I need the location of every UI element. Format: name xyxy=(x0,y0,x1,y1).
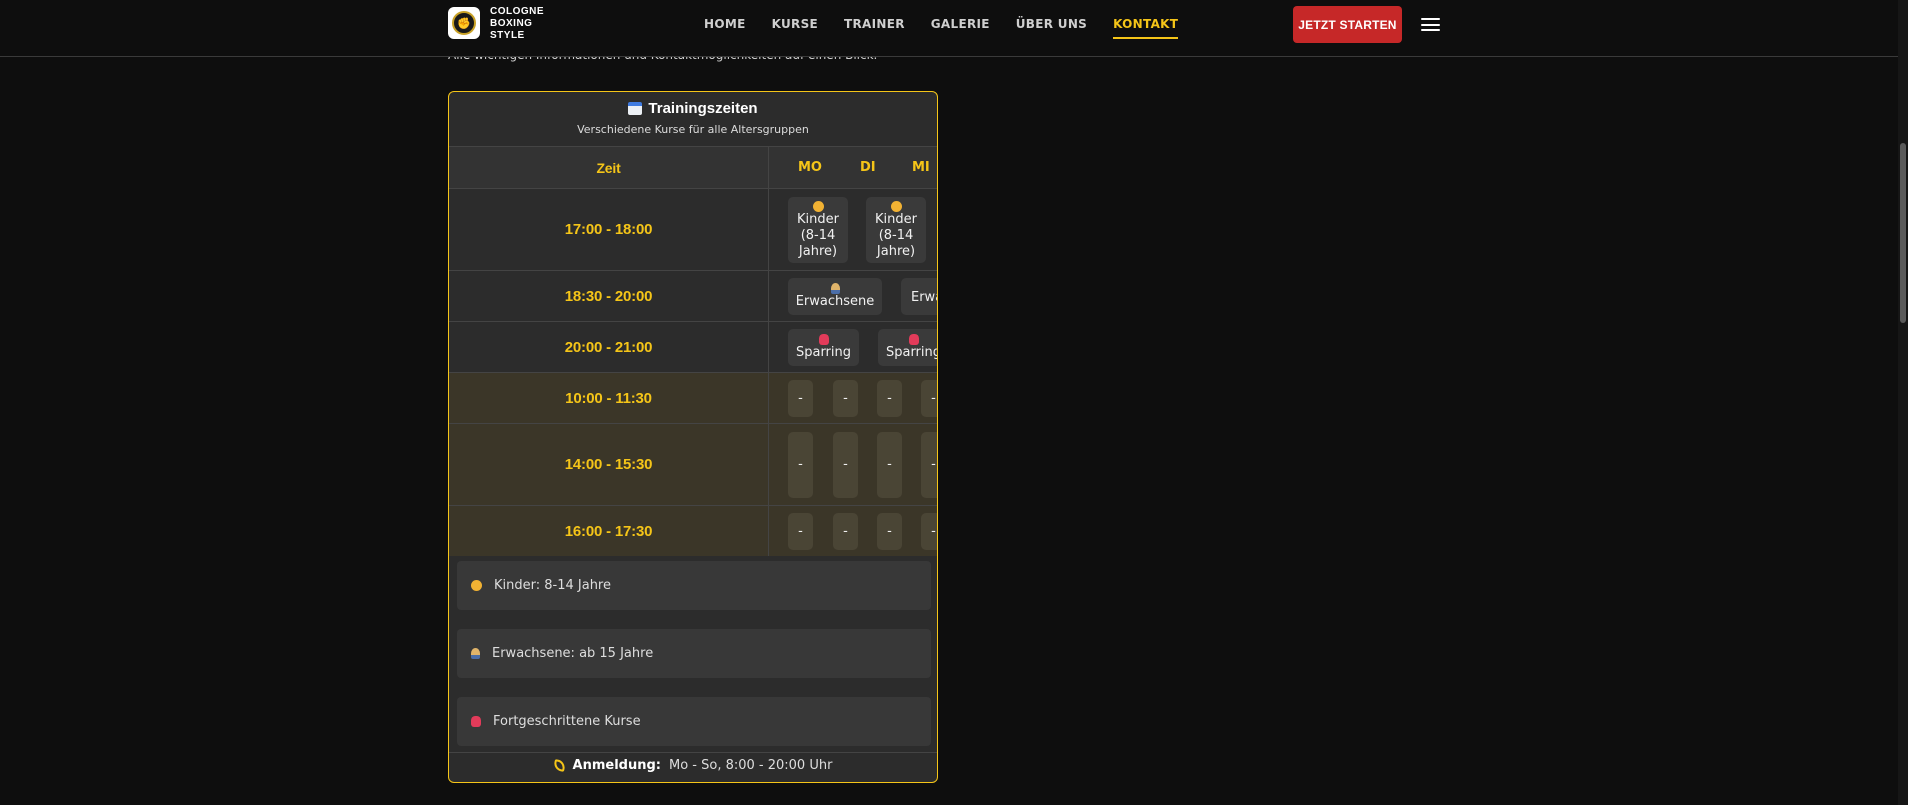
brand-line-1: COLOGNE xyxy=(490,6,545,17)
boxing-crest-icon: ✊ xyxy=(452,11,476,35)
day-header-mo: MO xyxy=(798,160,822,175)
schedule-title: Trainingszeiten xyxy=(628,100,758,117)
legend-item-fortgeschrittene: Fortgeschrittene Kurse xyxy=(457,697,931,746)
empty-slot: - xyxy=(833,380,858,417)
class-slot-sparring[interactable]: Sparring xyxy=(878,329,938,366)
page-scrollbar[interactable] xyxy=(1898,0,1908,805)
slot-label: Sparring xyxy=(885,345,938,360)
class-slot-erwachsene[interactable]: Erwachsene xyxy=(788,278,882,315)
empty-slot: - xyxy=(877,380,902,417)
table-row: 18:30 - 20:00 Erwachsene Erwa xyxy=(449,270,937,321)
boxing-glove-icon xyxy=(471,716,481,727)
divider xyxy=(449,752,937,753)
nav-trainer[interactable]: TRAINER xyxy=(844,13,905,35)
schedule-subtitle: Verschiedene Kurse für alle Altersgruppe… xyxy=(577,123,809,136)
class-slot-erwachsene[interactable]: Erwa xyxy=(901,278,937,315)
time-cell: 17:00 - 18:00 xyxy=(449,189,769,270)
brand-line-2: BOXING xyxy=(490,18,533,29)
nav-galerie[interactable]: GALERIE xyxy=(931,13,990,35)
empty-slot: - xyxy=(788,380,813,417)
class-slot-sparring[interactable]: Sparring xyxy=(788,329,859,366)
empty-slot: - xyxy=(921,513,937,550)
empty-slot: - xyxy=(833,432,858,498)
nav-kontakt[interactable]: KONTAKT xyxy=(1113,13,1179,39)
time-cell: 14:00 - 15:30 xyxy=(449,424,769,505)
legend-label: Erwachsene: ab 15 Jahre xyxy=(492,646,654,661)
jetzt-starten-button[interactable]: JETZT STARTEN xyxy=(1293,6,1402,43)
empty-slot: - xyxy=(833,513,858,550)
schedule-card: Trainingszeiten Verschiedene Kurse für a… xyxy=(448,91,938,783)
phone-icon xyxy=(552,759,566,772)
day-header-mi: MI xyxy=(912,160,930,175)
legend-item-kinder: Kinder: 8-14 Jahre xyxy=(457,561,931,610)
time-cell: 16:00 - 17:30 xyxy=(449,506,769,556)
class-slot-kinder[interactable]: Kinder (8-14 Jahre) xyxy=(788,197,848,263)
empty-slot: - xyxy=(877,513,902,550)
legend-label: Fortgeschrittene Kurse xyxy=(493,714,641,729)
class-slot-kinder[interactable]: Kinder (8-14 Jahre) xyxy=(866,197,926,263)
kid-face-icon xyxy=(812,200,824,212)
slot-label: Erwa xyxy=(911,290,937,305)
legend-label: Kinder: 8-14 Jahre xyxy=(494,578,611,593)
slot-label: Kinder (8-14 Jahre) xyxy=(797,211,839,259)
nav-ueber-uns[interactable]: ÜBER UNS xyxy=(1016,13,1087,35)
table-row-weekend: 10:00 - 11:30 - - - - xyxy=(449,372,937,423)
nav-kurse[interactable]: KURSE xyxy=(772,13,818,35)
table-header-row: Zeit MO DI MI xyxy=(449,146,937,188)
kid-face-icon xyxy=(471,580,482,591)
scrollbar-thumb[interactable] xyxy=(1900,143,1906,323)
boxing-glove-icon xyxy=(908,334,919,345)
legend-item-erwachsene: Erwachsene: ab 15 Jahre xyxy=(457,629,931,678)
table-row-weekend: 16:00 - 17:30 - - - - xyxy=(449,505,937,556)
empty-slot: - xyxy=(921,432,937,498)
day-header-di: DI xyxy=(860,160,876,175)
time-cell: 10:00 - 11:30 xyxy=(449,373,769,423)
empty-slot: - xyxy=(877,432,902,498)
time-column-header: Zeit xyxy=(449,147,769,188)
slot-label: Kinder (8-14 Jahre) xyxy=(875,211,917,259)
table-row: 20:00 - 21:00 Sparring Sparring xyxy=(449,321,937,372)
schedule-header: Trainingszeiten Verschiedene Kurse für a… xyxy=(449,92,937,146)
empty-slot: - xyxy=(788,513,813,550)
logo[interactable]: ✊ xyxy=(448,7,480,39)
boxing-glove-icon xyxy=(818,334,829,345)
calendar-icon xyxy=(628,102,643,115)
registration-label: Anmeldung: xyxy=(572,758,661,773)
brand-name[interactable]: COLOGNE BOXING STYLE xyxy=(490,6,544,42)
empty-slot: - xyxy=(788,432,813,498)
table-row: 17:00 - 18:00 Kinder (8-14 Jahre) Kinder… xyxy=(449,188,937,270)
brand-line-3: STYLE xyxy=(490,30,525,41)
kid-face-icon xyxy=(890,200,902,212)
registration-hours: Mo - So, 8:00 - 20:00 Uhr xyxy=(669,758,833,773)
site-header: ✊ COLOGNE BOXING STYLE HOME KURSE TRAINE… xyxy=(0,0,1898,57)
adult-person-icon xyxy=(830,283,840,294)
empty-slot: - xyxy=(921,380,937,417)
slot-label: Erwachsene xyxy=(795,294,875,309)
nav-home[interactable]: HOME xyxy=(704,13,746,35)
schedule-title-text: Trainingszeiten xyxy=(648,100,758,117)
time-cell: 20:00 - 21:00 xyxy=(449,322,769,372)
time-cell: 18:30 - 20:00 xyxy=(449,271,769,321)
slot-label: Sparring xyxy=(795,345,852,360)
adult-person-icon xyxy=(471,648,480,659)
main-nav: HOME KURSE TRAINER GALERIE ÜBER UNS KONT… xyxy=(704,0,1204,48)
table-row-weekend: 14:00 - 15:30 - - - - xyxy=(449,423,937,505)
registration-info: Anmeldung: Mo - So, 8:00 - 20:00 Uhr xyxy=(449,758,937,773)
hamburger-menu-icon[interactable] xyxy=(1421,18,1440,31)
